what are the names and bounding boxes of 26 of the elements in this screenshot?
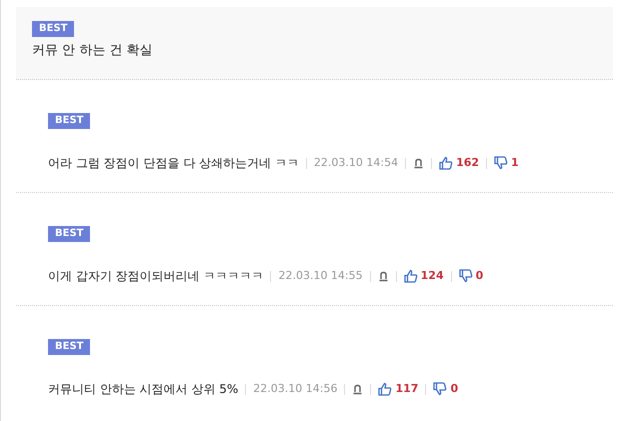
like-count: 162: [456, 154, 480, 171]
reply-text: 어라 그럼 장점이 단점을 다 상쇄하는거네 ㅋㅋ: [48, 155, 299, 172]
thumbs-up-icon[interactable]: [439, 156, 454, 170]
dislike-count: 1: [511, 154, 519, 171]
timestamp: 22.03.10 14:56: [253, 380, 338, 397]
best-badge: BEST: [48, 113, 90, 129]
timestamp: 22.03.10 14:54: [314, 154, 398, 171]
comment-text: 커뮤 안 하는 건 확실: [32, 42, 154, 60]
best-badge: BEST: [32, 21, 74, 37]
best-badge: BEST: [48, 226, 90, 242]
like-count: 124: [420, 268, 444, 284]
timestamp: 22.03.10 14:55: [278, 268, 363, 284]
thumbs-down-icon[interactable]: [458, 269, 473, 283]
bell-icon[interactable]: [413, 158, 424, 168]
best-badge: BEST: [48, 339, 90, 355]
dislike-count: 0: [450, 380, 458, 397]
thumbs-up-icon[interactable]: [404, 269, 418, 283]
reply-text: 이게 갑자기 장점이되버리네 ㅋㅋㅋㅋㅋ: [48, 268, 264, 285]
thumbs-down-icon[interactable]: [494, 156, 508, 170]
thumbs-down-icon[interactable]: [433, 382, 448, 396]
bell-icon[interactable]: [378, 270, 389, 282]
bell-icon[interactable]: [352, 384, 364, 394]
reply-text: 커뮤니티 안하는 시점에서 상위 5%: [48, 381, 238, 398]
like-count: 117: [395, 380, 418, 397]
thumbs-up-icon[interactable]: [378, 382, 392, 396]
dislike-count: 0: [476, 268, 484, 284]
